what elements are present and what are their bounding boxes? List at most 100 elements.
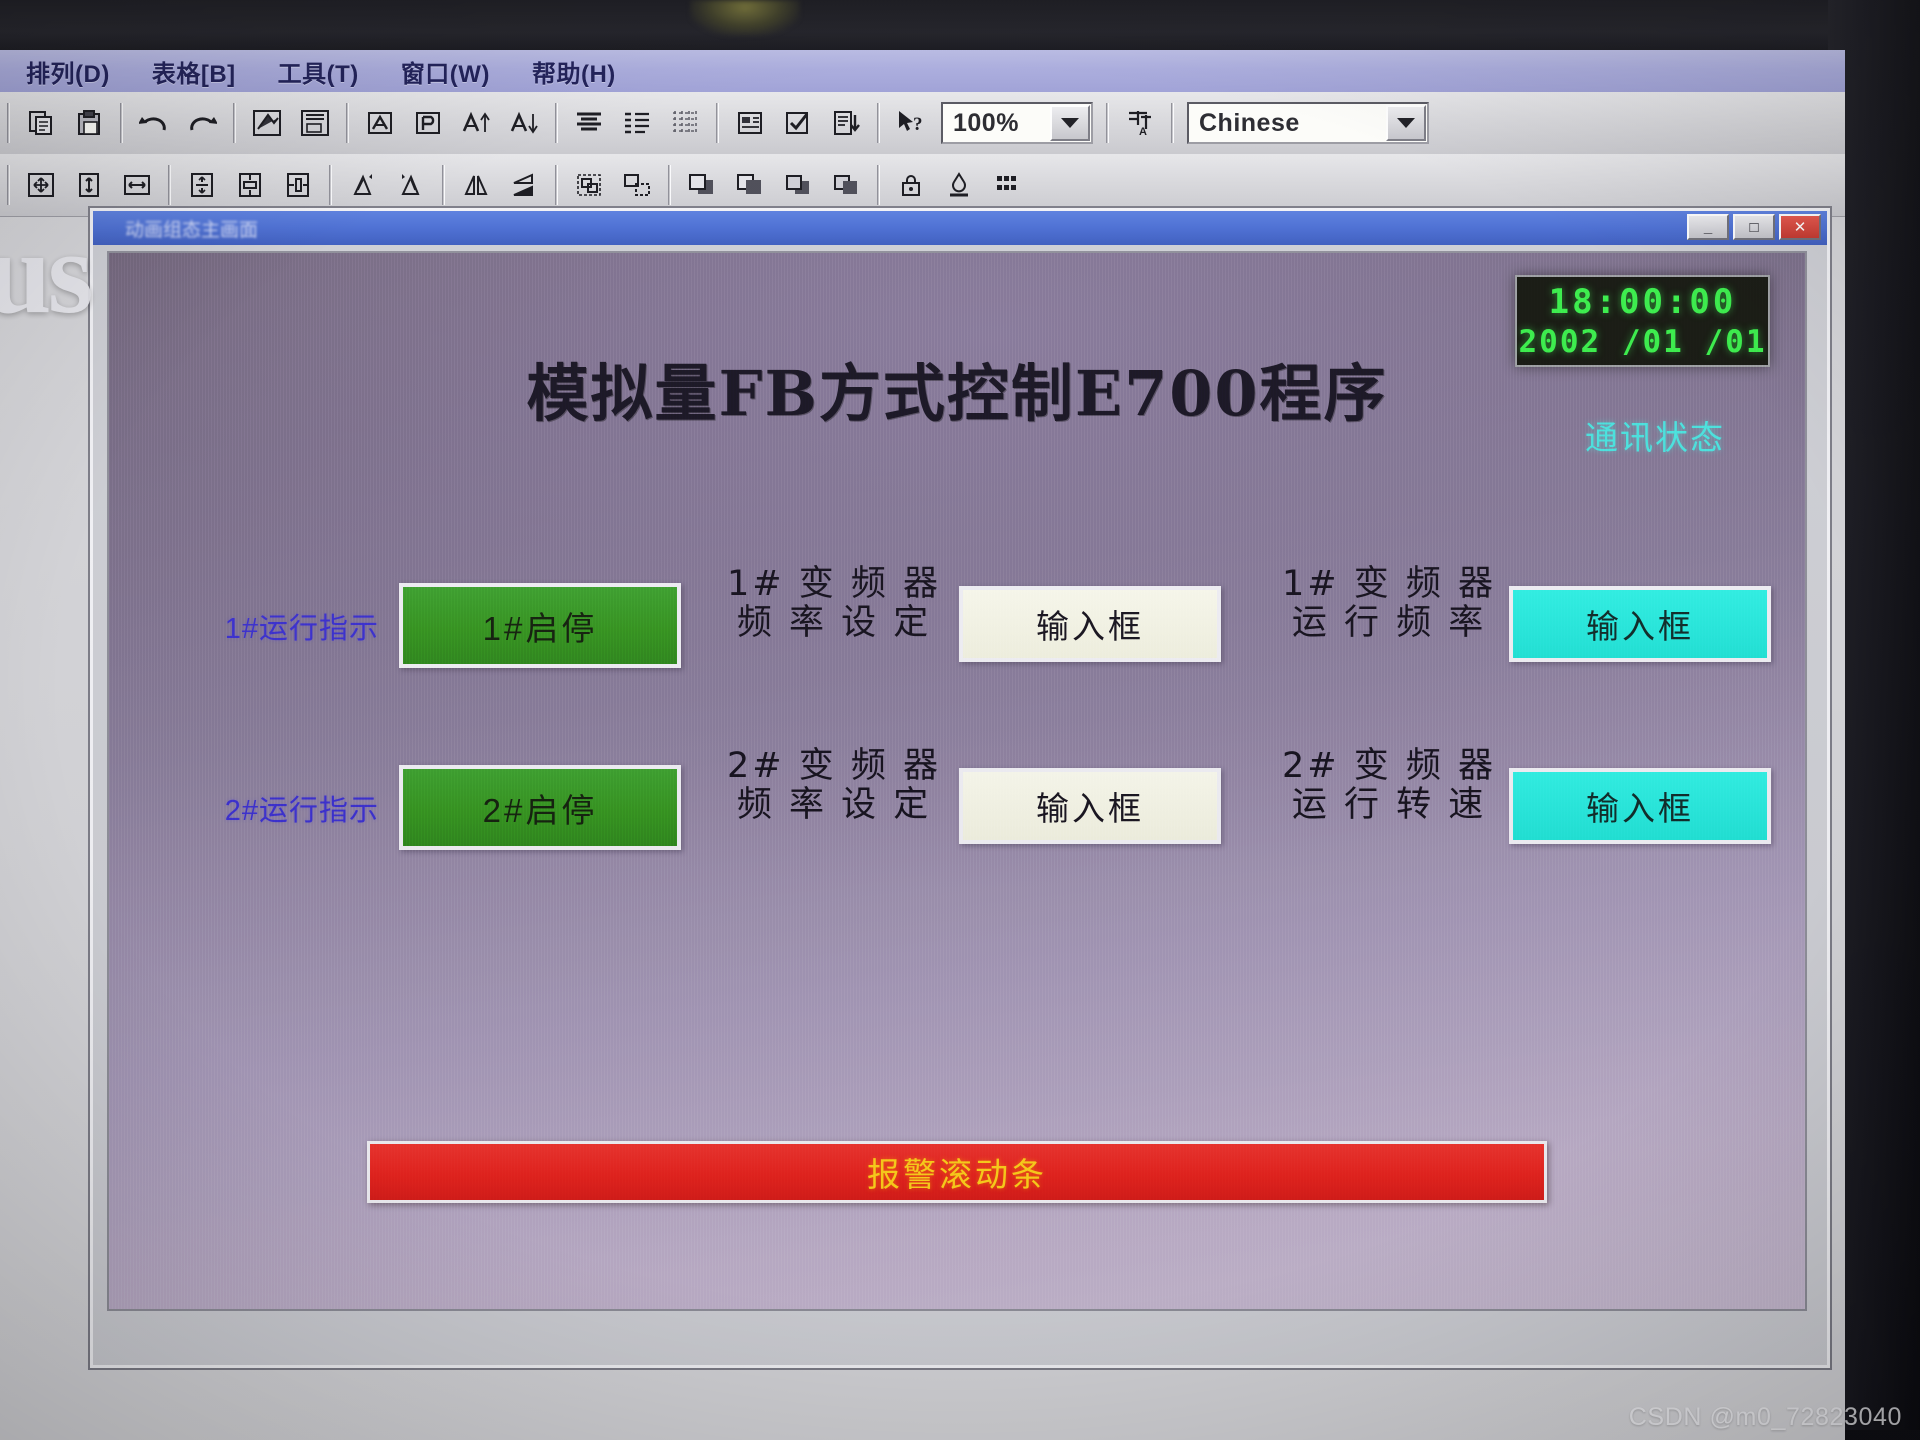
menu-tools[interactable]: 工具(T): [262, 54, 375, 89]
run-speed-display-2[interactable]: 输入框: [1509, 768, 1771, 844]
svg-text:A: A: [1139, 126, 1147, 137]
center-horizontal-icon[interactable]: [276, 163, 320, 207]
align-left-icon[interactable]: [615, 101, 659, 145]
size-both-icon[interactable]: [19, 163, 63, 207]
desktop-watermark-letters: us: [0, 207, 94, 338]
bring-front-icon[interactable]: [680, 163, 724, 207]
close-button[interactable]: ✕: [1779, 214, 1821, 240]
bring-forward-icon[interactable]: [776, 163, 820, 207]
center-vertical-icon[interactable]: [228, 163, 272, 207]
chevron-down-icon[interactable]: [1050, 105, 1090, 141]
menu-bar: 排列(D) 表格[B] 工具(T) 窗口(W) 帮助(H): [0, 50, 1845, 93]
menu-table[interactable]: 表格[B]: [136, 54, 252, 89]
font-shrink-icon[interactable]: [454, 101, 498, 145]
toolbar-separator: [877, 103, 880, 143]
size-horizontal-icon[interactable]: [115, 163, 159, 207]
toolbar-separator: [716, 103, 719, 143]
frequency-setpoint-label-1-line1: 1# 变 频 器: [727, 564, 941, 604]
frequency-setpoint-input-2[interactable]: 输入框: [959, 768, 1221, 844]
frequency-setpoint-label-2-line1: 2# 变 频 器: [727, 746, 941, 786]
toolbar-separator: [329, 165, 332, 205]
frame-icon[interactable]: [293, 101, 337, 145]
mdi-window-controls: _ □ ✕: [1687, 214, 1821, 240]
ungroup-icon[interactable]: [615, 163, 659, 207]
toolbar-separator: [877, 165, 880, 205]
properties-icon[interactable]: [728, 101, 772, 145]
cut-shape-icon[interactable]: [245, 101, 289, 145]
undo-icon[interactable]: [132, 101, 176, 145]
frequency-setpoint-input-1[interactable]: 输入框: [959, 586, 1221, 662]
run-frequency-label-1: 1# 变 频 器 运 行 频 率: [1282, 564, 1496, 644]
flip-horizontal-icon[interactable]: [502, 163, 546, 207]
bezel-reflection: [690, 0, 800, 36]
menu-window[interactable]: 窗口(W): [385, 54, 506, 89]
setpoint-label-cell-1: 1# 变 频 器 频 率 设 定: [727, 564, 941, 643]
toolbar-separator: [7, 165, 10, 205]
start-stop-button-1[interactable]: 1#启停: [399, 583, 681, 668]
grid-icon[interactable]: [663, 101, 707, 145]
space-vertical-icon[interactable]: [180, 163, 224, 207]
clock-time: 18:00:00: [1548, 282, 1737, 322]
hmi-canvas[interactable]: 18:00:00 2002 /01 /01 模拟量FB方式控制E700程序 通讯…: [107, 251, 1807, 1311]
send-backward-icon[interactable]: [824, 163, 868, 207]
csdn-watermark: CSDN @m0_72823040: [1628, 1403, 1902, 1431]
toolbar-separator: [168, 165, 171, 205]
check-script-icon[interactable]: [776, 101, 820, 145]
paste-icon[interactable]: [67, 101, 111, 145]
fill-color-icon[interactable]: [937, 163, 981, 207]
device-row-1: 1#运行指示 1#启停 1# 变 频 器 频 率 设 定 输入框 1# 变 频 …: [109, 564, 1805, 673]
run-frequency-display-1[interactable]: 输入框: [1509, 586, 1771, 662]
maximize-button[interactable]: □: [1733, 214, 1775, 240]
text-rotate-icon[interactable]: [358, 101, 402, 145]
zoom-combo[interactable]: 100%: [941, 102, 1093, 144]
table-language-icon[interactable]: A: [1118, 101, 1162, 145]
run-indicator-label-1: 1#运行指示: [224, 613, 379, 645]
comm-status-label: 通讯状态: [1585, 419, 1725, 456]
rotate-left-icon[interactable]: [341, 163, 385, 207]
toolbar-separator: [668, 165, 671, 205]
run-speed-label-2-line2: 运 行 转 速: [1291, 785, 1487, 826]
run-indicator-label-2: 2#运行指示: [224, 795, 379, 827]
chevron-down-icon[interactable]: [1386, 105, 1426, 141]
feedback-label-cell-1: 1# 变 频 器 运 行 频 率: [1282, 564, 1496, 644]
run-frequency-label-1-line2: 运 行 频 率: [1291, 603, 1487, 644]
application-window: 排列(D) 表格[B] 工具(T) 窗口(W) 帮助(H) ? 100% A C…: [0, 50, 1845, 1440]
rotate-right-icon[interactable]: [389, 163, 433, 207]
language-combo[interactable]: Chinese: [1187, 102, 1429, 144]
run-speed-label-2-line1: 2# 变 频 器: [1282, 746, 1496, 786]
run-frequency-label-1-line1: 1# 变 频 器: [1282, 564, 1496, 604]
toolbar-separator: [555, 165, 558, 205]
lock-icon[interactable]: [889, 163, 933, 207]
palette-icon[interactable]: [985, 163, 1029, 207]
help-pointer-icon[interactable]: ?: [889, 101, 933, 145]
font-grow-icon[interactable]: [502, 101, 546, 145]
menu-help[interactable]: 帮助(H): [516, 54, 632, 89]
flip-vertical-icon[interactable]: [454, 163, 498, 207]
setpoint-label-cell-2: 2# 变 频 器 频 率 设 定: [727, 746, 941, 825]
toolbar-separator: [442, 165, 445, 205]
frequency-setpoint-label-1: 1# 变 频 器 频 率 设 定: [727, 564, 941, 643]
toolbar-separator: [233, 103, 236, 143]
text-flip-icon[interactable]: [406, 101, 450, 145]
group-icon[interactable]: [567, 163, 611, 207]
download-icon[interactable]: [824, 101, 868, 145]
mdi-title-bar[interactable]: 动画组态主画面 _ □ ✕: [93, 211, 1827, 245]
menu-arrange[interactable]: 排列(D): [10, 54, 126, 89]
align-center-icon[interactable]: [567, 101, 611, 145]
alarm-scroll-bar[interactable]: 报警滚动条: [367, 1141, 1547, 1203]
size-vertical-icon[interactable]: [67, 163, 111, 207]
indicator-label-cell-1: 1#运行指示: [149, 605, 379, 647]
mdi-title-text: 动画组态主画面: [125, 219, 259, 241]
toolbar-primary: ? 100% A Chinese: [0, 92, 1845, 155]
minimize-button[interactable]: _: [1687, 214, 1729, 240]
toolbar-separator: [1171, 103, 1174, 143]
toolbar-separator: [555, 103, 558, 143]
send-back-icon[interactable]: [728, 163, 772, 207]
toolbar-separator: [7, 103, 10, 143]
monitor-photo: us 排列(D) 表格[B] 工具(T) 窗口(W) 帮助(H) ? 100% …: [0, 0, 1920, 1440]
svg-text:?: ?: [913, 114, 923, 135]
start-stop-button-2[interactable]: 2#启停: [399, 765, 681, 850]
copy-icon[interactable]: [19, 101, 63, 145]
language-value: Chinese: [1199, 108, 1300, 137]
redo-icon[interactable]: [180, 101, 224, 145]
